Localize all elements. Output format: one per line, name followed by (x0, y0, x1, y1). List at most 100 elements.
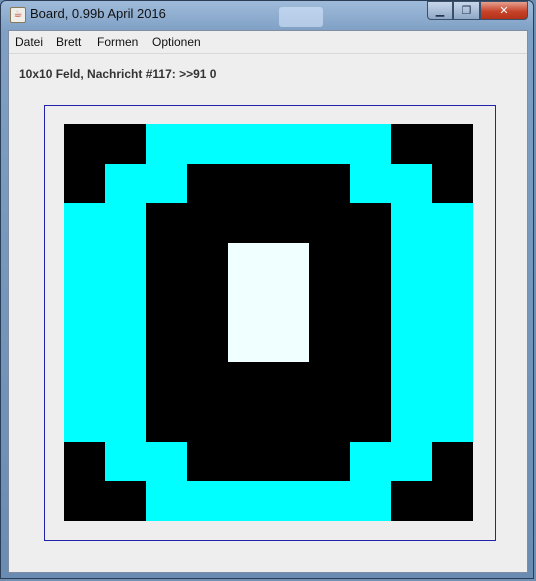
board-cell[interactable] (268, 282, 310, 323)
board-cell[interactable] (350, 163, 392, 204)
board-cell[interactable] (268, 243, 310, 283)
board-cell[interactable] (268, 163, 310, 204)
board-cell[interactable] (104, 243, 146, 283)
maximize-button[interactable]: ❐ (453, 1, 480, 20)
board-cell[interactable] (186, 362, 228, 402)
board-cell[interactable] (104, 362, 146, 402)
board-cell[interactable] (64, 322, 105, 363)
board-cell[interactable] (186, 481, 228, 521)
board-cell[interactable] (145, 243, 187, 283)
minimize-button[interactable]: ▁ (427, 1, 453, 20)
board-cell[interactable] (145, 124, 187, 164)
board-cell[interactable] (227, 401, 269, 442)
board-cell[interactable] (268, 203, 310, 244)
board-cell[interactable] (350, 203, 392, 244)
board-cell[interactable] (391, 481, 433, 521)
board-cell[interactable] (64, 124, 105, 164)
board-cell[interactable] (391, 163, 433, 204)
title-bar[interactable]: ☕ Board, 0.99b April 2016 ▁ ❐ ✕ (1, 1, 535, 29)
board-cell[interactable] (268, 362, 310, 402)
board-cell[interactable] (432, 282, 473, 323)
board-cell[interactable] (227, 322, 269, 363)
menu-optionen[interactable]: Optionen (152, 35, 201, 49)
board-cell[interactable] (309, 243, 351, 283)
board-cell[interactable] (309, 124, 351, 164)
board-cell[interactable] (432, 322, 473, 363)
board-cell[interactable] (432, 203, 473, 244)
board-cell[interactable] (64, 362, 105, 402)
board-cell[interactable] (268, 401, 310, 442)
board-cell[interactable] (391, 401, 433, 442)
menu-formen[interactable]: Formen (97, 35, 138, 49)
board-cell[interactable] (350, 124, 392, 164)
board-cell[interactable] (391, 203, 433, 244)
board-cell[interactable] (268, 481, 310, 521)
board-cell[interactable] (432, 401, 473, 442)
board-cell[interactable] (227, 481, 269, 521)
board-cell[interactable] (309, 163, 351, 204)
board-cell[interactable] (309, 481, 351, 521)
board-cell[interactable] (64, 163, 105, 204)
board-cell[interactable] (186, 243, 228, 283)
board-cell[interactable] (391, 322, 433, 363)
board-cell[interactable] (64, 401, 105, 442)
board-cell[interactable] (350, 322, 392, 363)
close-button[interactable]: ✕ (480, 1, 528, 20)
board-cell[interactable] (350, 441, 392, 482)
board-cell[interactable] (104, 282, 146, 323)
board-cell[interactable] (145, 282, 187, 323)
board-cell[interactable] (186, 124, 228, 164)
menu-datei[interactable]: Datei (15, 35, 43, 49)
board-cell[interactable] (104, 322, 146, 363)
board-cell[interactable] (391, 243, 433, 283)
board-cell[interactable] (432, 441, 473, 482)
board-cell[interactable] (227, 362, 269, 402)
board-cell[interactable] (186, 322, 228, 363)
menu-brett[interactable]: Brett (56, 35, 81, 49)
board-cell[interactable] (309, 441, 351, 482)
board-cell[interactable] (391, 124, 433, 164)
board-cell[interactable] (145, 322, 187, 363)
board-cell[interactable] (350, 243, 392, 283)
board-cell[interactable] (227, 282, 269, 323)
board-cell[interactable] (432, 362, 473, 402)
board-cell[interactable] (391, 362, 433, 402)
board-cell[interactable] (309, 362, 351, 402)
board-cell[interactable] (432, 163, 473, 204)
board-cell[interactable] (350, 282, 392, 323)
board-cell[interactable] (227, 163, 269, 204)
board-cell[interactable] (64, 282, 105, 323)
java-app-icon[interactable]: ☕ (10, 7, 26, 23)
board-cell[interactable] (64, 441, 105, 482)
board-cell[interactable] (186, 203, 228, 244)
board-cell[interactable] (145, 362, 187, 402)
board-cell[interactable] (104, 203, 146, 244)
board-cell[interactable] (64, 243, 105, 283)
board-cell[interactable] (145, 441, 187, 482)
board-cell[interactable] (268, 441, 310, 482)
board-cell[interactable] (186, 441, 228, 482)
board-cell[interactable] (186, 282, 228, 323)
board-cell[interactable] (309, 282, 351, 323)
board-cell[interactable] (350, 401, 392, 442)
board-cell[interactable] (432, 481, 473, 521)
board-cell[interactable] (309, 203, 351, 244)
board-cell[interactable] (227, 243, 269, 283)
board-cell[interactable] (391, 282, 433, 323)
board-cell[interactable] (104, 401, 146, 442)
board-cell[interactable] (268, 322, 310, 363)
board-cell[interactable] (268, 124, 310, 164)
board-cell[interactable] (104, 481, 146, 521)
board-cell[interactable] (391, 441, 433, 482)
board-cell[interactable] (145, 203, 187, 244)
board-cell[interactable] (432, 124, 473, 164)
board-cell[interactable] (186, 163, 228, 204)
board-cell[interactable] (145, 163, 187, 204)
board-cell[interactable] (227, 124, 269, 164)
board-cell[interactable] (350, 362, 392, 402)
board-cell[interactable] (227, 441, 269, 482)
board-cell[interactable] (227, 203, 269, 244)
board-cell[interactable] (145, 481, 187, 521)
board-cell[interactable] (104, 163, 146, 204)
board-cell[interactable] (104, 441, 146, 482)
